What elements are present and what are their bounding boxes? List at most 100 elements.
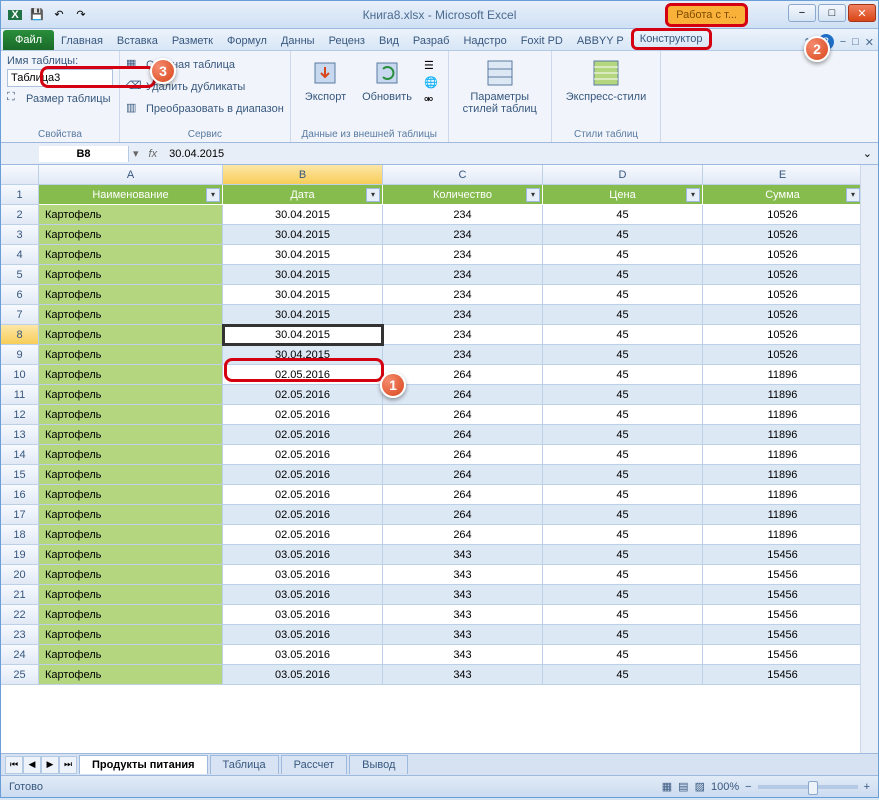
cell[interactable]: 343 (383, 625, 543, 645)
tab-Реценз[interactable]: Реценз (322, 32, 372, 50)
cell[interactable]: Картофель (39, 645, 223, 665)
cell[interactable]: 45 (543, 645, 703, 665)
workbook-restore-icon[interactable]: □ (852, 36, 859, 48)
cell[interactable]: 30.04.2015 (223, 205, 383, 225)
sheet-nav-prev-icon[interactable]: ◀ (23, 756, 41, 774)
cell[interactable]: 234 (383, 325, 543, 345)
cell[interactable]: 02.05.2016 (223, 485, 383, 505)
row-header[interactable]: 12 (1, 405, 39, 425)
cell[interactable]: 30.04.2015 (223, 305, 383, 325)
cell[interactable]: 45 (543, 225, 703, 245)
cell[interactable]: 45 (543, 325, 703, 345)
cell[interactable]: 30.04.2015 (223, 225, 383, 245)
cell[interactable]: 10526 (703, 225, 863, 245)
cell[interactable]: 264 (383, 525, 543, 545)
row-header[interactable]: 21 (1, 585, 39, 605)
cell[interactable]: 234 (383, 305, 543, 325)
name-box[interactable]: B8 (39, 146, 129, 162)
filter-dropdown-icon[interactable]: ▾ (206, 188, 220, 202)
cell[interactable]: 03.05.2016 (223, 665, 383, 685)
cell[interactable]: Картофель (39, 365, 223, 385)
zoom-level[interactable]: 100% (711, 781, 739, 793)
cell[interactable]: 264 (383, 485, 543, 505)
properties-icon[interactable]: ☰ (424, 59, 438, 72)
cell[interactable]: 343 (383, 665, 543, 685)
cell[interactable]: 234 (383, 345, 543, 365)
tab-Foxit PD[interactable]: Foxit PD (514, 32, 570, 50)
cell[interactable]: 234 (383, 285, 543, 305)
row-header[interactable]: 11 (1, 385, 39, 405)
tab-file[interactable]: Файл (3, 30, 54, 50)
cell[interactable]: 234 (383, 265, 543, 285)
table-header[interactable]: Количество▾ (383, 185, 543, 205)
row-header[interactable]: 8 (1, 325, 39, 345)
cell[interactable]: 45 (543, 405, 703, 425)
filter-dropdown-icon[interactable]: ▾ (526, 188, 540, 202)
cell[interactable]: 03.05.2016 (223, 565, 383, 585)
cell[interactable]: 15456 (703, 625, 863, 645)
cell[interactable]: 10526 (703, 285, 863, 305)
cell[interactable]: 11896 (703, 465, 863, 485)
cell[interactable]: 343 (383, 605, 543, 625)
cell[interactable]: Картофель (39, 425, 223, 445)
cell[interactable]: 234 (383, 205, 543, 225)
cell[interactable]: 45 (543, 285, 703, 305)
cell[interactable]: 45 (543, 585, 703, 605)
tab-Формул[interactable]: Формул (220, 32, 274, 50)
cell[interactable]: 343 (383, 565, 543, 585)
row-header[interactable]: 15 (1, 465, 39, 485)
cell[interactable]: 11896 (703, 505, 863, 525)
cell[interactable]: 11896 (703, 405, 863, 425)
row-header[interactable]: 3 (1, 225, 39, 245)
row-header[interactable]: 7 (1, 305, 39, 325)
tab-Разраб[interactable]: Разраб (406, 32, 457, 50)
cell[interactable]: 02.05.2016 (223, 445, 383, 465)
sheet-tab[interactable]: Таблица (210, 755, 279, 774)
cell[interactable]: 15456 (703, 665, 863, 685)
view-layout-icon[interactable]: ▤ (678, 780, 688, 793)
vertical-scrollbar[interactable] (860, 165, 878, 753)
table-name-input[interactable] (7, 69, 113, 87)
cell[interactable]: 264 (383, 405, 543, 425)
cell[interactable]: 45 (543, 605, 703, 625)
cell[interactable]: 264 (383, 465, 543, 485)
cell[interactable]: 02.05.2016 (223, 465, 383, 485)
cell[interactable]: Картофель (39, 605, 223, 625)
cell[interactable]: 45 (543, 665, 703, 685)
cell[interactable]: Картофель (39, 385, 223, 405)
filter-dropdown-icon[interactable]: ▾ (686, 188, 700, 202)
cell[interactable]: 15456 (703, 585, 863, 605)
filter-dropdown-icon[interactable]: ▾ (366, 188, 380, 202)
cell[interactable]: 11896 (703, 445, 863, 465)
export-button[interactable]: Экспорт (297, 55, 354, 110)
quick-styles-button[interactable]: Экспресс-стили (558, 55, 654, 105)
cell[interactable]: 02.05.2016 (223, 525, 383, 545)
sheet-nav-last-icon[interactable]: ⏭ (59, 756, 77, 774)
zoom-slider[interactable] (758, 785, 858, 789)
cell[interactable]: Картофель (39, 545, 223, 565)
convert-range-button[interactable]: ▥Преобразовать в диапазон (126, 99, 284, 119)
row-header[interactable]: 6 (1, 285, 39, 305)
table-header[interactable]: Цена▾ (543, 185, 703, 205)
cell[interactable]: 264 (383, 385, 543, 405)
cell[interactable]: 45 (543, 445, 703, 465)
row-header[interactable]: 23 (1, 625, 39, 645)
row-header[interactable]: 22 (1, 605, 39, 625)
cell[interactable]: 343 (383, 645, 543, 665)
cell[interactable]: 264 (383, 445, 543, 465)
view-normal-icon[interactable]: ▦ (662, 780, 672, 793)
tab-constructor[interactable]: Конструктор (631, 28, 712, 50)
cell[interactable]: 30.04.2015 (223, 325, 383, 345)
workbook-minimize-icon[interactable]: − (840, 36, 846, 48)
cell[interactable]: 30.04.2015 (223, 265, 383, 285)
column-header[interactable]: C (383, 165, 543, 185)
cell[interactable]: 45 (543, 625, 703, 645)
cell[interactable]: Картофель (39, 305, 223, 325)
row-header[interactable]: 5 (1, 265, 39, 285)
tab-Главная[interactable]: Главная (54, 32, 110, 50)
column-header[interactable]: E (703, 165, 863, 185)
cell[interactable]: 264 (383, 365, 543, 385)
sheet-tab-active[interactable]: Продукты питания (79, 755, 208, 774)
cell[interactable]: 10526 (703, 265, 863, 285)
row-header[interactable]: 18 (1, 525, 39, 545)
